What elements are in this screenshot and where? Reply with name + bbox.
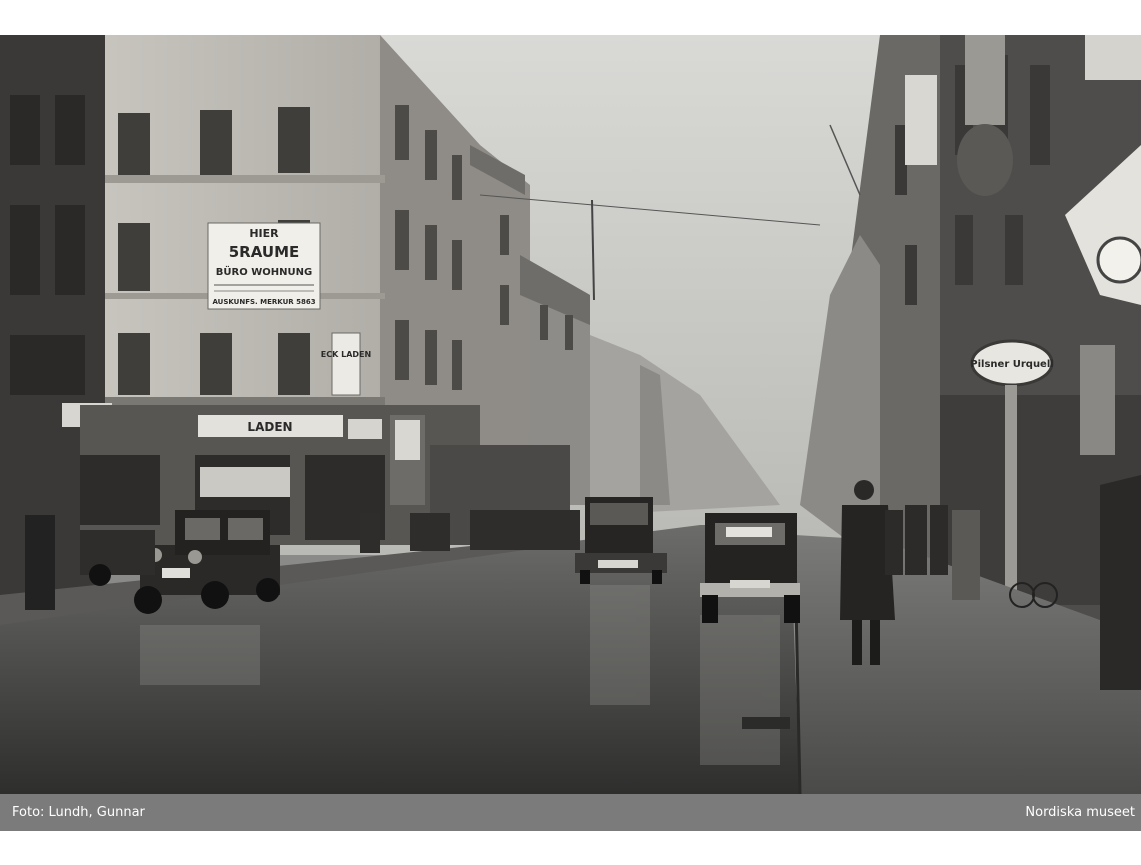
right-shop-window <box>1080 345 1115 455</box>
hanging-banner-sign <box>905 75 937 165</box>
rental-sign: HIER 5RAUME BÜRO WOHNUNG AUSKUNFS. MERKU… <box>207 222 321 310</box>
rental-sign-auskunft: AUSKUNFS. MERKUR 5863 <box>212 298 315 306</box>
pedestrian-left-edge <box>25 515 55 610</box>
museum-source: Nordiska museet <box>1025 805 1135 820</box>
laden-sign-text: LADEN <box>247 420 292 434</box>
caption-bar: Foto: Lundh, Gunnar Nordiska museet <box>0 794 1141 831</box>
ornamental-sign <box>957 124 1013 196</box>
street-scene: HIER 5RAUME BÜRO WOHNUNG AUSKUNFS. MERKU… <box>0 35 1141 794</box>
rental-sign-raume: 5RAUME <box>229 243 300 261</box>
round-logo-sign <box>1096 236 1141 284</box>
top-right-sign <box>1085 35 1141 80</box>
shop-poster-tall <box>395 420 420 460</box>
right-pillar <box>1005 385 1017 595</box>
rental-sign-buro: BÜRO WOHNUNG <box>216 264 312 278</box>
pilsner-sign: Pilsner Urquell <box>970 339 1054 387</box>
small-shop-sign <box>348 419 382 439</box>
rental-sign-hier: HIER <box>249 227 279 240</box>
photo-credit: Foto: Lundh, Gunnar <box>12 805 145 820</box>
hanging-vertical-sign <box>965 35 1005 125</box>
shop-window-1 <box>80 455 160 525</box>
eck-laden-text: ECK LADEN <box>321 350 371 359</box>
shop-window-poster <box>200 467 290 497</box>
pilsner-text: Pilsner Urquell <box>970 359 1053 370</box>
pedestrian-right-edge <box>1100 475 1141 690</box>
street-photo: HIER 5RAUME BÜRO WOHNUNG AUSKUNFS. MERKU… <box>0 35 1141 794</box>
manhole <box>742 717 790 729</box>
cornice <box>85 175 385 183</box>
